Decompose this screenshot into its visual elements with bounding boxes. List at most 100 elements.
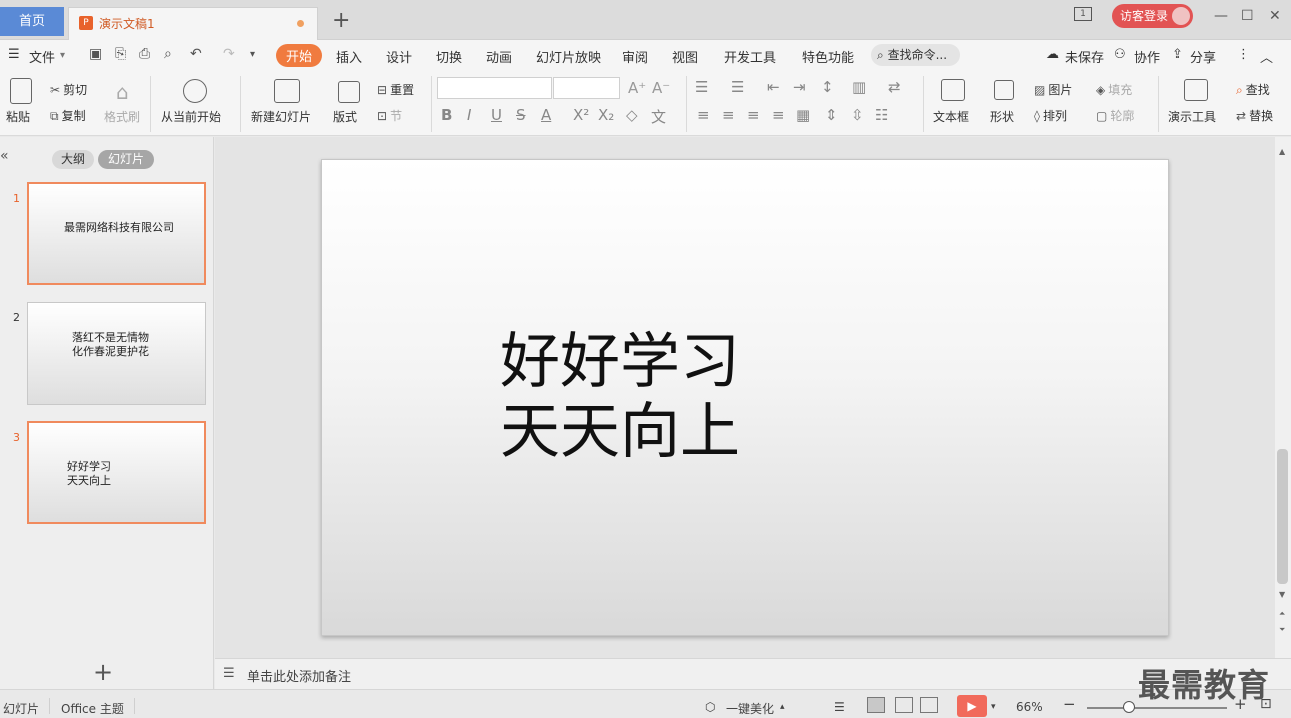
textbox-button[interactable]: 文本框 — [933, 108, 969, 125]
document-tab[interactable]: P 演示文稿1 — [68, 7, 318, 40]
unsaved-status[interactable]: 未保存 — [1065, 47, 1104, 66]
more-options-icon[interactable]: ⋮ — [1237, 47, 1250, 62]
font-grow-icon[interactable]: A⁺ — [628, 79, 646, 97]
login-button[interactable]: 访客登录 — [1112, 4, 1193, 28]
tab-animations[interactable]: 动画 — [486, 47, 512, 66]
redo-icon[interactable]: ↷ — [223, 46, 235, 62]
collapse-ribbon-icon[interactable]: ︿ — [1260, 47, 1273, 66]
play-from-current-icon[interactable] — [183, 79, 207, 103]
from-current-button[interactable]: 从当前开始 — [161, 108, 221, 125]
section-button[interactable]: ⊡ 节 — [377, 107, 402, 124]
previous-slide-icon[interactable]: ⏶ — [1279, 609, 1285, 619]
align-right-icon[interactable]: ≡ — [747, 106, 760, 124]
clear-format-icon[interactable]: ◇ — [626, 106, 638, 124]
strikethrough-icon[interactable]: S — [516, 106, 526, 124]
subscript-icon[interactable]: X₂ — [598, 106, 614, 124]
notes-toggle-icon[interactable]: ☰ — [834, 700, 845, 714]
tab-features[interactable]: 特色功能 — [802, 47, 854, 66]
replace-button[interactable]: ⇄ 替换 — [1236, 107, 1274, 124]
smart-layout-icon[interactable]: ☷ — [875, 106, 888, 124]
new-slide-button[interactable]: 新建幻灯片 — [251, 108, 311, 125]
slide-thumbnail-3[interactable]: 好好学习 天天向上 — [27, 421, 206, 524]
superscript-icon[interactable]: X² — [573, 106, 589, 124]
picture-button[interactable]: ▨ 图片 — [1034, 81, 1072, 98]
close-icon[interactable]: ✕ — [1269, 8, 1281, 24]
slide-thumbnail-2[interactable]: 落红不是无情物 化作春泥更护花 — [27, 302, 206, 405]
tab-home-ribbon[interactable]: 开始 — [276, 44, 323, 67]
tab-view[interactable]: 视图 — [672, 47, 698, 66]
command-search[interactable]: ⌕ 查找命令... — [871, 44, 960, 66]
tab-review[interactable]: 审阅 — [622, 47, 648, 66]
tab-insert[interactable]: 插入 — [336, 47, 362, 66]
font-size-select[interactable] — [553, 77, 620, 99]
line-spacing-icon[interactable]: ↕ — [821, 78, 834, 96]
underline-icon[interactable]: U — [491, 106, 502, 124]
add-slide-icon[interactable]: + — [93, 658, 113, 686]
hamburger-icon[interactable]: ☰ — [8, 47, 20, 62]
layout-icon[interactable] — [338, 81, 360, 103]
font-shrink-icon[interactable]: A⁻ — [652, 79, 670, 97]
vertical-align-icon[interactable]: ⇳ — [851, 106, 864, 124]
shape-button[interactable]: 形状 — [990, 108, 1014, 125]
zoom-slider-knob[interactable] — [1123, 701, 1135, 713]
presentation-tools-icon[interactable] — [1184, 79, 1208, 101]
save-icon[interactable]: ▣ — [89, 46, 102, 62]
normal-view-icon[interactable] — [867, 697, 885, 713]
vertical-scrollbar[interactable]: ▲ ▼ ⏶ ⏷ — [1275, 137, 1291, 658]
maximize-icon[interactable]: ☐ — [1241, 8, 1254, 24]
scroll-up-icon[interactable]: ▲ — [1279, 147, 1285, 156]
paste-icon[interactable] — [10, 78, 32, 104]
numbered-list-icon[interactable]: ☰ — [731, 78, 744, 96]
minimize-icon[interactable]: — — [1214, 8, 1228, 24]
zoom-level[interactable]: 66% — [1016, 700, 1043, 714]
chevron-up-icon[interactable]: ▴ — [780, 702, 785, 712]
shape-icon[interactable] — [994, 80, 1014, 100]
share-button[interactable]: 分享 — [1190, 47, 1216, 66]
slideshow-play-button[interactable]: ▶ — [957, 695, 987, 717]
paragraph-spacing-icon[interactable]: ⇕ — [825, 106, 838, 124]
font-name-select[interactable] — [437, 77, 552, 99]
fill-button[interactable]: ◈ 填充 — [1096, 81, 1132, 98]
tab-outline[interactable]: 大纲 — [52, 150, 94, 169]
chevron-down-icon[interactable]: ▾ — [60, 50, 65, 61]
tab-slides[interactable]: 幻灯片 — [98, 150, 154, 169]
layout-button[interactable]: 版式 — [333, 108, 357, 125]
slide-sorter-icon[interactable] — [895, 697, 913, 713]
window-count-icon[interactable]: 1 — [1074, 7, 1092, 21]
tab-slideshow[interactable]: 幻灯片放映 — [536, 47, 601, 66]
quick-access-more-icon[interactable]: ▾ — [250, 49, 255, 60]
new-tab-button[interactable]: + — [332, 8, 350, 34]
columns-icon[interactable]: ▥ — [852, 78, 866, 96]
zoom-slider[interactable] — [1087, 707, 1227, 709]
print-preview-icon[interactable]: ⌕ — [164, 46, 172, 62]
slide-thumbnail-1[interactable]: 最需网络科技有限公司 — [27, 182, 206, 285]
bold-icon[interactable]: B — [441, 106, 452, 124]
zoom-out-icon[interactable]: − — [1063, 695, 1076, 713]
notes-pane[interactable]: ☰ 单击此处添加备注 — [215, 658, 1291, 689]
export-icon[interactable]: ⎘ — [115, 46, 126, 62]
paste-button[interactable]: 粘贴 — [6, 108, 30, 125]
presentation-tools-button[interactable]: 演示工具 — [1168, 108, 1216, 125]
justify-icon[interactable]: ≡ — [772, 106, 785, 124]
new-slide-icon[interactable] — [274, 79, 300, 103]
font-color-icon[interactable]: A — [541, 106, 551, 124]
current-slide[interactable]: 好好学习 天天向上 — [321, 159, 1169, 636]
bullet-list-icon[interactable]: ☰ — [695, 78, 708, 96]
text-direction-icon[interactable]: ⇄ — [888, 78, 901, 96]
reset-button[interactable]: ⊟ 重置 — [377, 81, 414, 98]
format-painter-button[interactable]: 格式刷 — [104, 108, 140, 125]
align-left-icon[interactable]: ≡ — [697, 106, 710, 124]
collapse-panel-icon[interactable]: « — [0, 148, 9, 164]
increase-indent-icon[interactable]: ⇥ — [793, 78, 806, 96]
copy-button[interactable]: ⧉ 复制 — [50, 107, 86, 124]
collaborate-button[interactable]: 协作 — [1134, 47, 1160, 66]
cut-button[interactable]: ✂ 剪切 — [50, 81, 87, 98]
undo-icon[interactable]: ↶ — [190, 46, 202, 62]
scroll-thumb[interactable] — [1277, 449, 1288, 584]
tab-transitions[interactable]: 切换 — [436, 47, 462, 66]
scroll-down-icon[interactable]: ▼ — [1279, 590, 1285, 599]
distribute-icon[interactable]: ▦ — [796, 106, 810, 124]
textbox-icon[interactable] — [941, 79, 965, 101]
tab-developer[interactable]: 开发工具 — [724, 47, 776, 66]
chevron-down-icon[interactable]: ▾ — [991, 702, 996, 712]
